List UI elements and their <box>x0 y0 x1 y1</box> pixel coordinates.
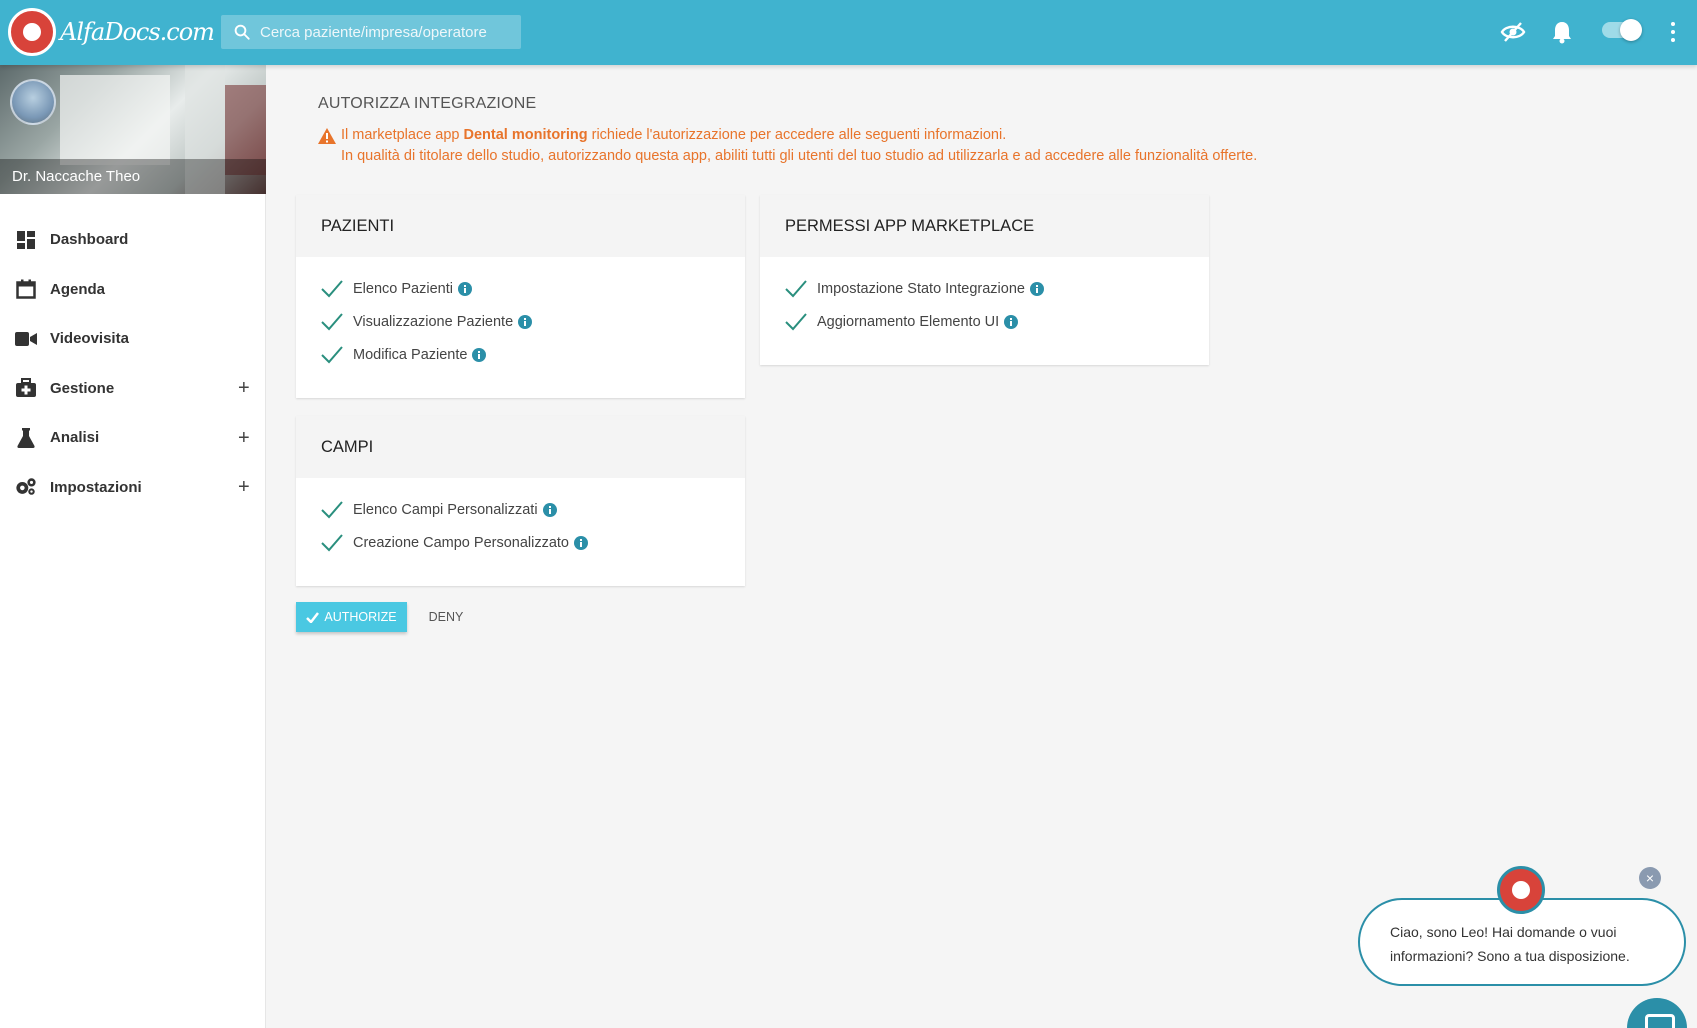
eye-slash-icon[interactable] <box>1500 20 1526 44</box>
chat-message: Ciao, sono Leo! Hai domande o vuoi infor… <box>1390 924 1630 964</box>
card-title: PERMESSI APP MARKETPLACE <box>760 195 1209 257</box>
expand-plus-icon[interactable]: + <box>238 477 250 497</box>
kebab-menu-icon[interactable] <box>1670 22 1676 42</box>
sidebar-item-label: Agenda <box>50 280 106 298</box>
chat-avatar-icon <box>1497 866 1545 914</box>
check-icon <box>321 533 351 552</box>
info-icon[interactable] <box>1004 314 1019 329</box>
lion-logo-icon <box>8 8 56 56</box>
avatar[interactable] <box>10 79 56 125</box>
expand-plus-icon[interactable]: + <box>238 378 250 398</box>
info-icon[interactable] <box>574 535 588 550</box>
card-pazienti: PAZIENTI Elenco Pazienti Visualizzazione… <box>296 195 745 398</box>
card-permessi-app-marketplace: PERMESSI APP MARKETPLACE Impostazione St… <box>760 195 1209 365</box>
logo-text: AlfaDocs.com <box>60 18 215 46</box>
dashboard-icon <box>15 229 37 251</box>
warning-message: Il marketplace app Dental monitoring ric… <box>318 125 1257 167</box>
toggle-switch[interactable] <box>1602 19 1642 41</box>
permission-item: Aggiornamento Elemento UI <box>785 305 1184 338</box>
warning-suffix: richiede l'autorizzazione per accedere a… <box>591 127 1007 143</box>
check-icon <box>785 312 815 331</box>
sidebar-item-impostazioni[interactable]: Impostazioni + <box>0 463 265 513</box>
medkit-icon <box>15 377 37 399</box>
sidebar: Dr. Naccache Theo Dashboard Agenda Video… <box>0 65 266 1028</box>
check-icon <box>321 345 351 364</box>
permission-item: Impostazione Stato Integrazione <box>785 272 1184 305</box>
permission-item: Modifica Paziente <box>321 338 720 371</box>
permission-item: Creazione Campo Personalizzato <box>321 526 720 559</box>
calendar-icon <box>15 278 37 300</box>
card-campi: CAMPI Elenco Campi Personalizzati Creazi… <box>296 416 745 586</box>
sidebar-item-label: Dashboard <box>50 231 129 249</box>
check-icon <box>321 279 351 298</box>
toggle-knob <box>1620 19 1642 41</box>
info-icon[interactable] <box>542 502 557 517</box>
page-title: AUTORIZZA INTEGRAZIONE <box>318 95 537 112</box>
search-icon <box>234 24 250 40</box>
expand-plus-icon[interactable]: + <box>238 428 250 448</box>
warning-prefix: Il marketplace app <box>341 127 460 143</box>
check-icon <box>785 279 815 298</box>
logo[interactable]: AlfaDocs.com <box>8 8 215 56</box>
profile-name: Dr. Naccache Theo <box>12 168 141 185</box>
authorize-button[interactable]: AUTHORIZE <box>296 602 407 632</box>
app-name: Dental monitoring <box>463 127 588 143</box>
warning-icon <box>318 127 336 144</box>
sidebar-item-label: Videovisita <box>50 330 129 348</box>
sidebar-item-label: Analisi <box>50 429 100 447</box>
search-box[interactable] <box>221 15 521 49</box>
video-camera-icon <box>15 328 37 350</box>
warning-line-2: In qualità di titolare dello studio, aut… <box>341 148 1258 164</box>
top-bar: AlfaDocs.com <box>0 0 1697 65</box>
permission-item: Elenco Pazienti <box>321 272 720 305</box>
search-input[interactable] <box>260 23 510 41</box>
sidebar-item-analisi[interactable]: Analisi + <box>0 413 265 463</box>
sidebar-item-label: Impostazioni <box>50 478 142 496</box>
info-icon[interactable] <box>472 347 487 362</box>
cogs-icon <box>15 476 37 498</box>
info-icon[interactable] <box>1029 281 1044 296</box>
check-icon <box>306 611 320 623</box>
card-title: CAMPI <box>296 416 745 478</box>
sidebar-nav: Dashboard Agenda Videovisita Gestione + … <box>0 215 265 512</box>
flask-icon <box>15 427 37 449</box>
check-icon <box>321 500 351 519</box>
chat-launcher-button[interactable] <box>1627 998 1687 1028</box>
sidebar-item-gestione[interactable]: Gestione + <box>0 364 265 414</box>
bell-icon[interactable] <box>1551 20 1573 44</box>
permission-item: Visualizzazione Paziente <box>321 305 720 338</box>
sidebar-item-videovisita[interactable]: Videovisita <box>0 314 265 364</box>
card-title: PAZIENTI <box>296 195 745 257</box>
profile-header[interactable]: Dr. Naccache Theo <box>0 65 266 194</box>
permission-item: Elenco Campi Personalizzati <box>321 493 720 526</box>
info-icon[interactable] <box>457 281 472 296</box>
sidebar-item-agenda[interactable]: Agenda <box>0 265 265 315</box>
sidebar-item-dashboard[interactable]: Dashboard <box>0 215 265 265</box>
check-icon <box>321 312 351 331</box>
sidebar-item-label: Gestione <box>50 379 115 397</box>
deny-button[interactable]: DENY <box>416 602 476 632</box>
close-icon[interactable]: × <box>1639 867 1661 889</box>
info-icon[interactable] <box>518 314 533 329</box>
